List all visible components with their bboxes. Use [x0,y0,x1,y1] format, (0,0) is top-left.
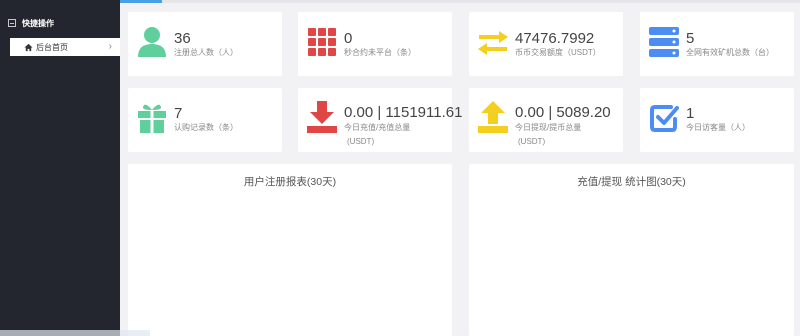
stat-label: 认购记录数（条） [174,123,238,132]
status-strip [0,330,150,336]
server-icon [648,26,680,58]
registration-chart-panel: 用户注册报表(30天) [128,164,452,336]
stat-label: 币币交易额度（USDT） [515,48,601,57]
person-icon [136,26,168,58]
stat-label: 注册总人数（人） [174,48,238,57]
stat-value: 5 [686,30,695,47]
stat-card-deposits: 0.00 | 1151911.61 今日充值/充值总量 (USDT) [298,88,462,152]
stat-card-registered-users: 36 注册总人数（人） [128,12,282,76]
exchange-arrows-icon [477,30,509,56]
stat-value: 7 [174,105,183,122]
stat-card-trade-volume: 47476.7992 币币交易额度（USDT） [469,12,623,76]
stat-unit: (USDT) [347,137,375,146]
stat-card-contracts: 0 秒合约未平台（条） [298,12,452,76]
stat-value: 36 [174,30,191,47]
stat-card-mining-machines: 5 全网有效矿机总数（台） [640,12,794,76]
chevron-right-icon: › [108,41,112,52]
gift-icon [136,102,168,134]
stat-label: 今日充值/充值总量 [344,123,411,132]
upload-icon [477,100,509,134]
stat-value: 1 [686,105,695,122]
stat-label: 全网有效矿机总数（台） [686,48,774,57]
stat-card-withdrawals: 0.00 | 5089.20 今日提现/提币总量 (USDT) [469,88,623,152]
stat-label: 今日访客量（人） [686,123,750,132]
stat-unit: (USDT) [518,137,546,146]
stat-value: 0.00 | 5089.20 [515,104,611,121]
stat-value: 47476.7992 [515,30,595,47]
panel-title: 充值/提现 统计图(30天) [577,176,686,188]
stat-label: 秒合约未平台（条） [344,48,416,57]
stat-label: 今日提现/提币总量 [515,123,582,132]
collapse-icon[interactable] [8,19,16,27]
checkbox-icon [648,102,680,134]
download-icon [306,100,338,134]
stat-card-subscriptions: 7 认购记录数（条） [128,88,282,152]
active-tab-indicator [120,0,162,3]
panel-title: 用户注册报表(30天) [243,176,337,188]
tab-bar [162,0,800,3]
stat-card-visitors: 1 今日访客量（人） [640,88,794,152]
sidebar-item-home[interactable]: 后台首页 › [10,38,120,56]
sidebar: 快捷操作 后台首页 › [0,0,120,336]
home-icon [24,43,33,52]
stat-value: 0 [344,30,353,47]
deposit-withdraw-chart-panel: 充值/提现 统计图(30天) [469,164,794,336]
sidebar-item-label: 后台首页 [36,42,68,52]
sidebar-section-header[interactable]: 快捷操作 [8,15,54,31]
stat-value: 0.00 | 1151911.61 [344,104,463,121]
grid-icon [308,28,336,56]
sidebar-section-title: 快捷操作 [22,18,54,28]
